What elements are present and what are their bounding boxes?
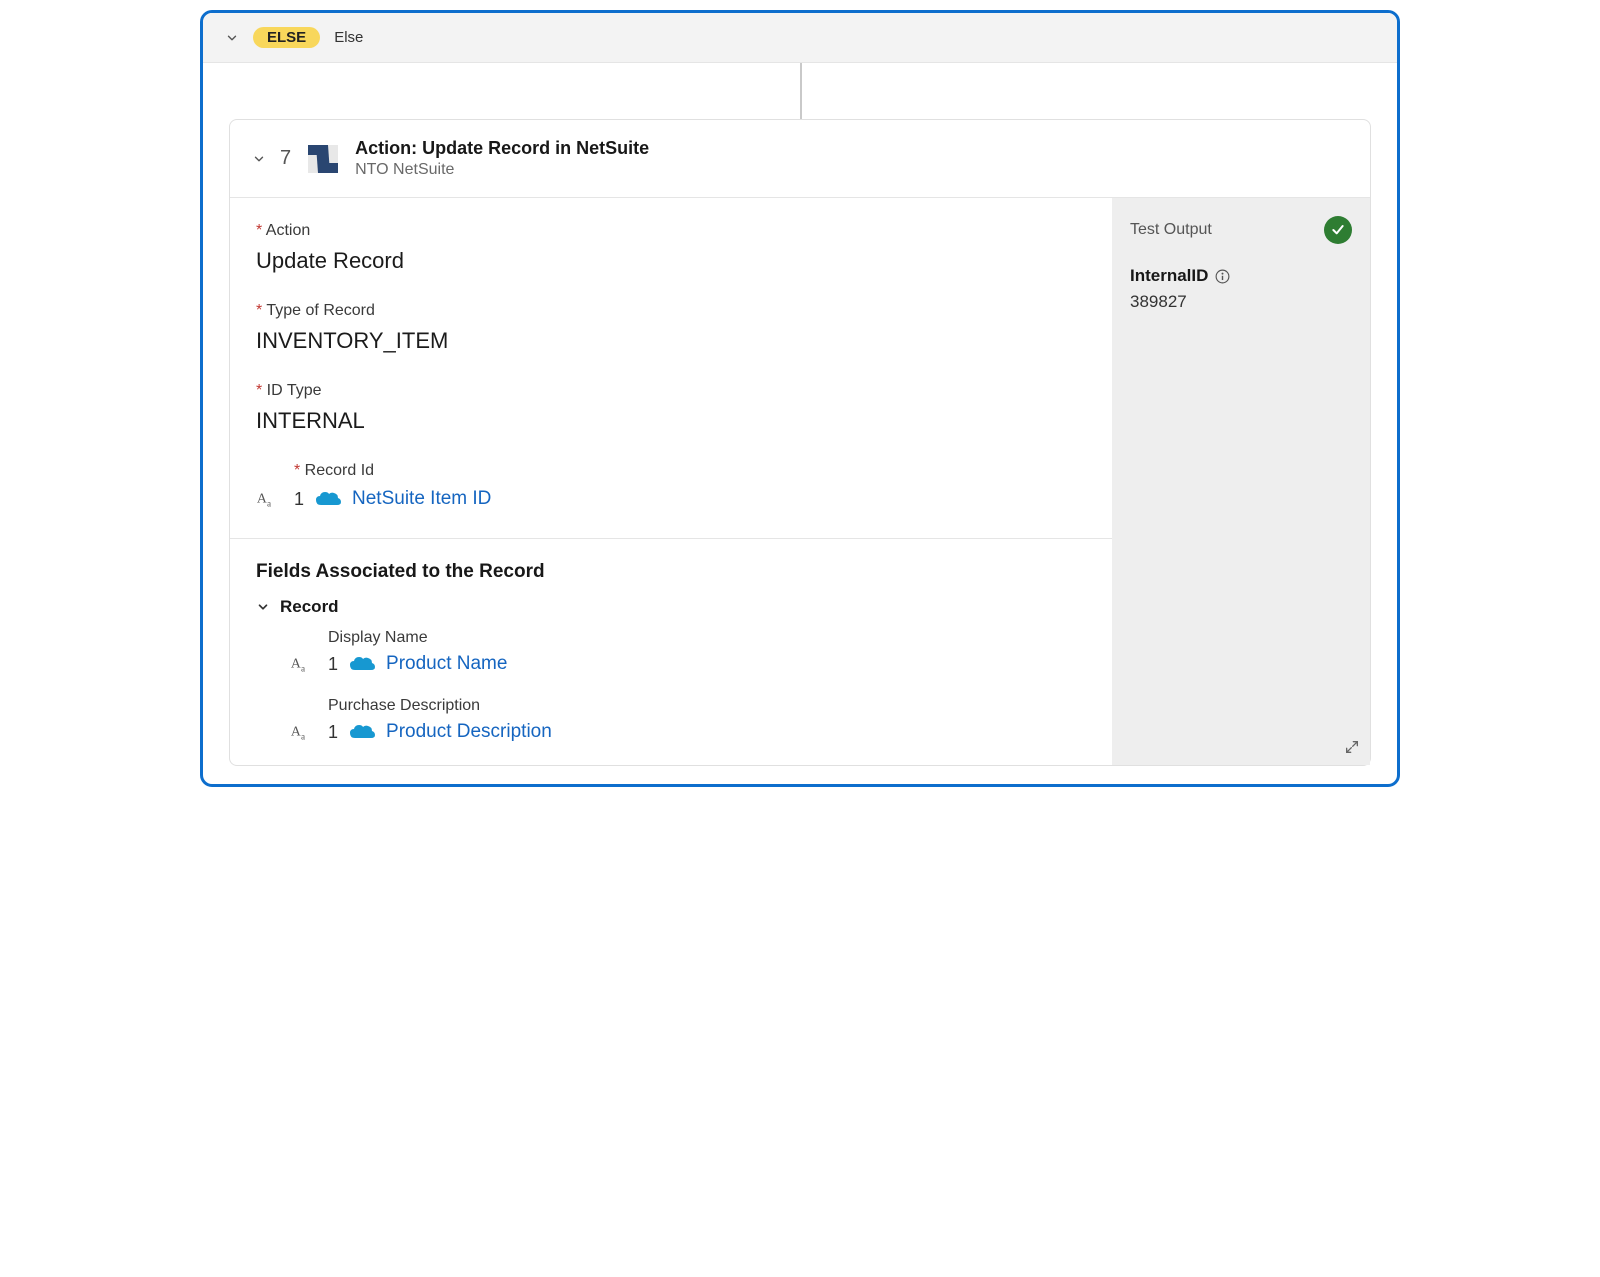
info-icon[interactable] (1214, 268, 1231, 285)
step-number: 7 (280, 147, 291, 170)
svg-text:a: a (267, 498, 271, 508)
step-header[interactable]: 7 Action: Update Record in NetSuite NTO … (230, 120, 1370, 198)
svg-text:A: A (291, 656, 301, 671)
record-subsection-header[interactable]: Record (256, 597, 1086, 617)
step-config: Action Update Record Type of Record INVE… (230, 198, 1112, 765)
ref-step-number: 1 (328, 722, 338, 743)
step-title: Action: Update Record in NetSuite (355, 138, 649, 159)
field-label-action: Action (256, 222, 1086, 240)
svg-text:a: a (301, 663, 305, 673)
svg-text:A: A (257, 491, 267, 506)
salesforce-cloud-icon (348, 654, 376, 674)
record-id-ref[interactable]: Aa 1 NetSuite Item ID (256, 488, 1086, 510)
salesforce-cloud-icon (314, 489, 342, 509)
ref-step-number: 1 (294, 489, 304, 510)
svg-text:A: A (291, 724, 301, 739)
flow-step-panel: ELSE Else 7 Action: Update Record in Net… (200, 10, 1400, 787)
field-ref[interactable]: Aa 1 Product Description (290, 721, 1086, 743)
output-key-row: InternalID (1130, 266, 1352, 286)
ref-field-name[interactable]: Product Description (386, 721, 552, 743)
field-ref[interactable]: Aa 1 Product Name (290, 653, 1086, 675)
field-value-action[interactable]: Update Record (256, 248, 1086, 274)
test-output-panel: Test Output InternalID 389827 (1112, 198, 1370, 765)
ref-field-name[interactable]: NetSuite Item ID (352, 488, 491, 510)
field-label: Display Name (328, 629, 1086, 647)
field-label-type: Type of Record (256, 302, 1086, 320)
connector (203, 63, 1397, 119)
field-value-idtype[interactable]: INTERNAL (256, 408, 1086, 434)
text-type-icon: Aa (256, 488, 278, 510)
expand-icon[interactable] (1344, 739, 1360, 755)
chevron-down-icon (256, 600, 270, 614)
ref-field-name[interactable]: Product Name (386, 653, 507, 675)
record-field-display-name: Display Name Aa 1 Product Name (256, 629, 1086, 675)
chevron-down-icon (252, 152, 266, 166)
chevron-down-icon (225, 31, 239, 45)
text-type-icon: Aa (290, 653, 312, 675)
else-badge: ELSE (253, 27, 320, 48)
record-subsection-label: Record (280, 597, 339, 617)
success-check-icon (1324, 216, 1352, 244)
field-label-recordid: Record Id (294, 462, 1086, 480)
section-title: Fields Associated to the Record (256, 539, 1086, 597)
text-type-icon: Aa (290, 721, 312, 743)
branch-header[interactable]: ELSE Else (203, 13, 1397, 63)
step-subtitle: NTO NetSuite (355, 161, 649, 179)
record-field-purchase-description: Purchase Description Aa 1 Product Descri… (256, 697, 1086, 743)
svg-text:a: a (301, 731, 305, 741)
branch-label: Else (334, 29, 363, 46)
salesforce-cloud-icon (348, 722, 376, 742)
field-value-type[interactable]: INVENTORY_ITEM (256, 328, 1086, 354)
ref-step-number: 1 (328, 654, 338, 675)
field-label-idtype: ID Type (256, 382, 1086, 400)
output-key-label: InternalID (1130, 266, 1208, 286)
field-label: Purchase Description (328, 697, 1086, 715)
output-value: 389827 (1130, 292, 1352, 312)
step-card: 7 Action: Update Record in NetSuite NTO … (229, 119, 1371, 766)
test-output-label: Test Output (1130, 221, 1212, 239)
netsuite-icon (305, 141, 341, 177)
